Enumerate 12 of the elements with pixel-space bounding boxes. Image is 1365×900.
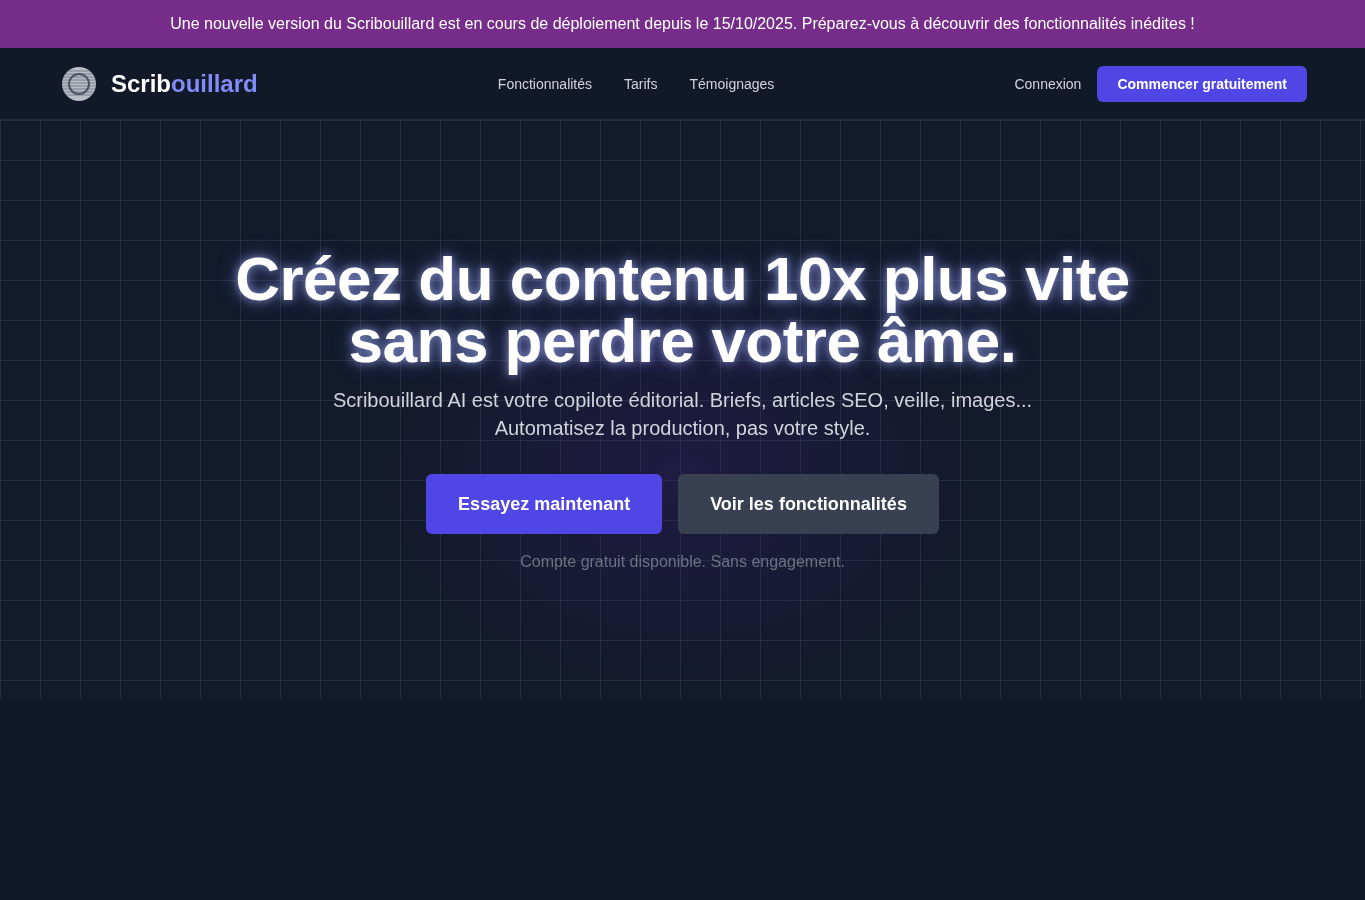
login-link[interactable]: Connexion bbox=[1014, 75, 1082, 92]
brand-name[interactable]: Scribouillard bbox=[111, 69, 258, 98]
logo-icon bbox=[62, 66, 96, 101]
features-button[interactable]: Voir les fonctionnalités bbox=[678, 474, 939, 534]
hero-note: Compte gratuit disponible. Sans engagement. bbox=[520, 552, 845, 572]
nav-link[interactable]: Fonctionnalités bbox=[497, 75, 593, 92]
nav-link[interactable]: Tarifs bbox=[624, 75, 658, 92]
hero-subtitle: Scribouillard AI est votre copilote éditorial. Briefs, articles SEO, veille, images... Automatisez la production, pas votre style. bbox=[332, 388, 1033, 441]
announcement-text: Une nouvelle version du Scribouillard est en cours de déploiement depuis le 15/10/2025. Préparez-vous à découvrir des fonctionnalités inédites ! bbox=[170, 15, 1195, 33]
nav-link[interactable]: Témoignages bbox=[689, 75, 775, 92]
signup-button[interactable]: Commencer gratuitement bbox=[1097, 65, 1307, 102]
try-now-button[interactable]: Essayez maintenant bbox=[426, 474, 663, 534]
